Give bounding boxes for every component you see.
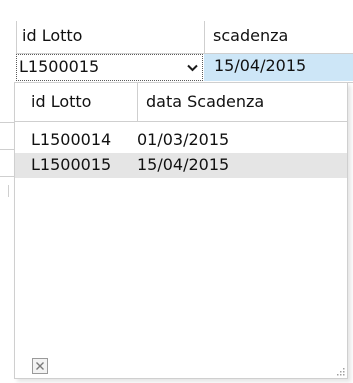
- dropdown-row[interactable]: L1500014 01/03/2015: [15, 128, 347, 153]
- grid-line-stub: [0, 176, 14, 177]
- dropdown-header: id Lotto data Scadenza: [15, 83, 347, 122]
- grid-line-stub: [8, 185, 9, 197]
- dropdown-cell-data-scadenza: 01/03/2015: [137, 130, 230, 149]
- column-divider: [16, 21, 17, 53]
- dropdown-column-divider: [137, 83, 138, 121]
- combobox-dropdown-button[interactable]: [182, 55, 202, 80]
- dropdown-cell-id-lotto: L1500014: [31, 130, 112, 149]
- id-lotto-dropdown-list[interactable]: id Lotto data Scadenza L1500014 01/03/20…: [14, 82, 348, 379]
- id-lotto-combobox-value[interactable]: L1500015: [19, 57, 99, 76]
- column-header-scadenza[interactable]: scadenza: [213, 26, 288, 45]
- dropdown-close-button[interactable]: [32, 358, 48, 374]
- dropdown-header-id-lotto: id Lotto: [31, 92, 92, 111]
- close-icon: [36, 362, 44, 370]
- scadenza-cell[interactable]: 15/04/2015: [204, 54, 353, 81]
- dropdown-cell-data-scadenza: 15/04/2015: [137, 155, 230, 174]
- grid-header: id Lotto scadenza: [16, 21, 353, 54]
- grid-line-stub: [0, 149, 14, 150]
- dropdown-header-data-scadenza: data Scadenza: [146, 92, 265, 111]
- resize-grip-icon[interactable]: [337, 368, 345, 376]
- scadenza-cell-value: 15/04/2015: [214, 56, 307, 75]
- chevron-down-icon: [186, 64, 198, 71]
- dropdown-row-selected[interactable]: L1500015 15/04/2015: [15, 153, 347, 178]
- grid-line-stub: [0, 122, 14, 123]
- column-divider[interactable]: [204, 21, 205, 53]
- column-header-id-lotto[interactable]: id Lotto: [22, 26, 82, 45]
- id-lotto-combobox[interactable]: L1500015: [16, 54, 203, 81]
- grid-edit-row: L1500015 15/04/2015: [16, 54, 353, 83]
- dropdown-cell-id-lotto: L1500015: [31, 155, 112, 174]
